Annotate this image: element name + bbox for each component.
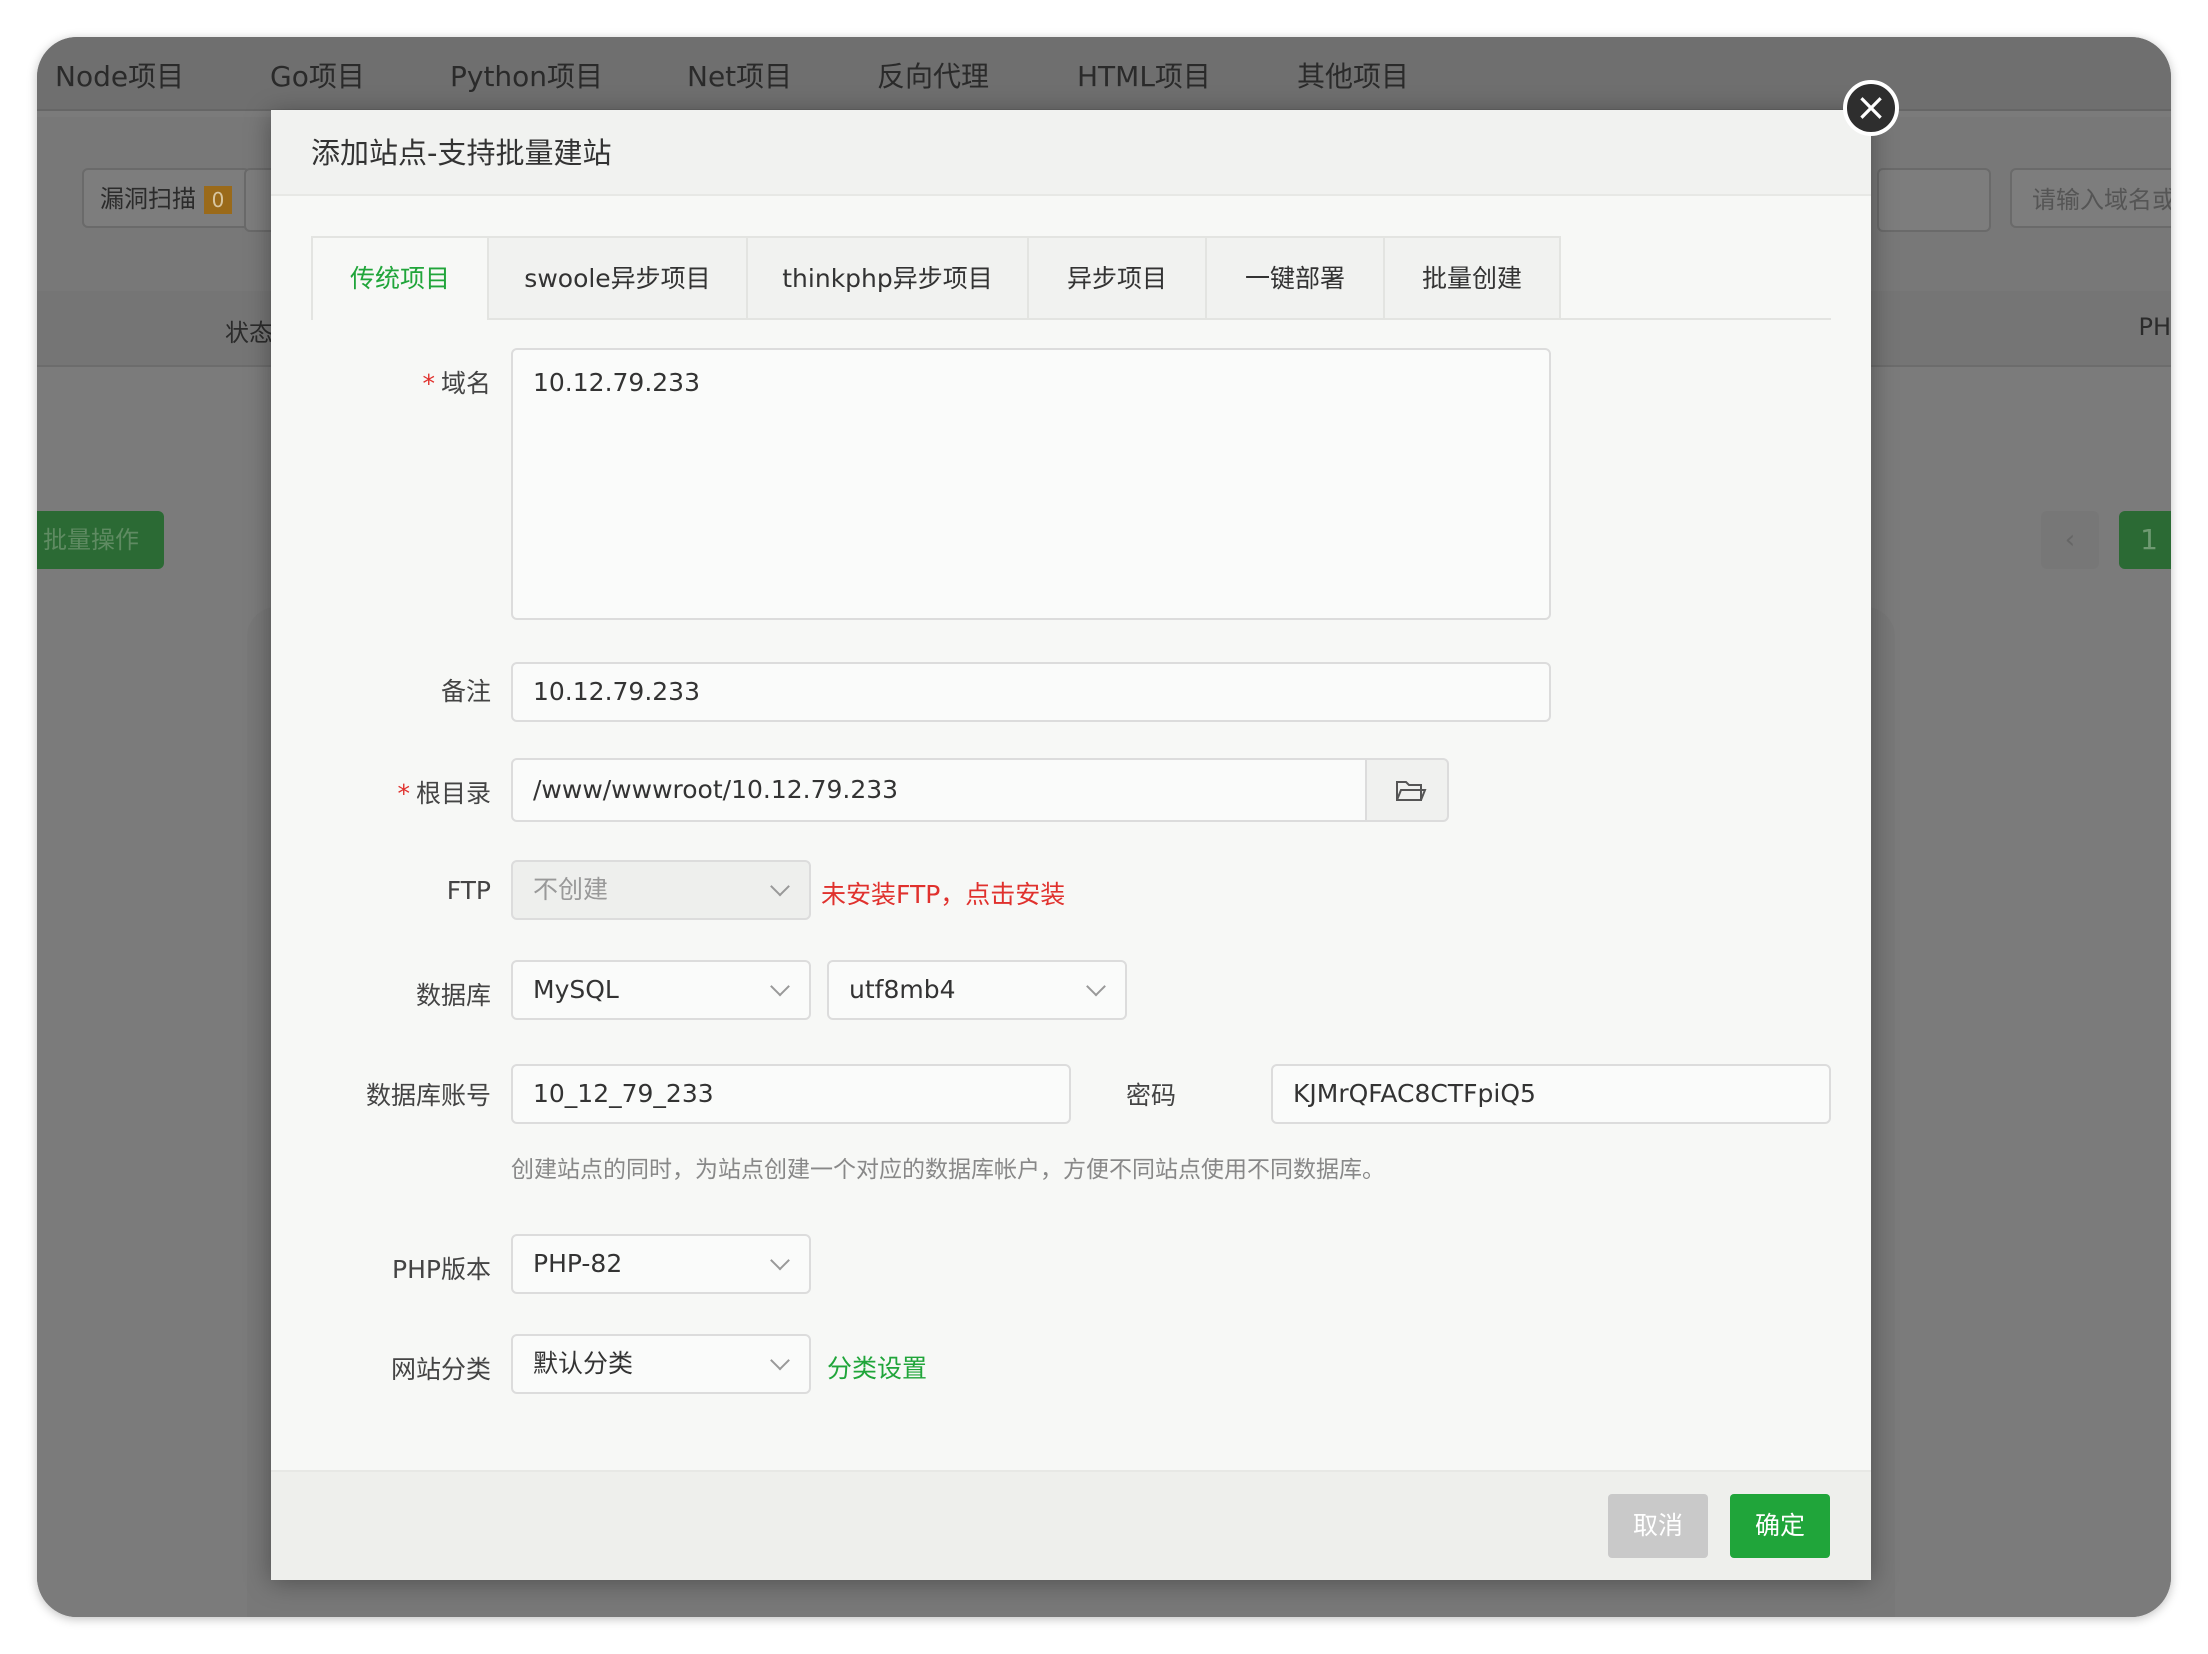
db-account-hint: 创建站点的同时，为站点创建一个对应的数据库帐户，方便不同站点使用不同数据库。 [511,1157,1385,1183]
domain-textarea[interactable]: 10.12.79.233 [511,348,1551,620]
db-account-input[interactable]: 10_12_79_233 [511,1064,1071,1124]
chevron-down-icon [770,1350,790,1371]
chevron-down-icon [1086,976,1106,997]
page-1-button[interactable]: 1 [2119,511,2171,569]
browse-folder-button[interactable] [1365,758,1449,822]
site-search-input[interactable]: 请输入域名或 [2010,168,2171,228]
root-dir-label: * 根目录 [397,779,491,808]
tab-swoole[interactable]: swoole异步项目 [487,236,748,318]
site-category-value: 默认分类 [533,1349,634,1378]
database-charset-value: utf8mb4 [849,975,956,1004]
nav-node[interactable]: Node项目 [55,55,184,95]
tab-batch-create[interactable]: 批量创建 [1383,236,1561,318]
nav-python[interactable]: Python项目 [450,55,603,95]
ftp-select-value: 不创建 [533,875,609,904]
database-type-select[interactable]: MySQL [511,960,811,1020]
status-column-header: 状态 [225,319,273,347]
confirm-button[interactable]: 确定 [1730,1494,1830,1558]
prev-page-button[interactable]: ‹ [2041,511,2099,569]
domain-label: * 域名 [422,369,491,398]
category-filter-select[interactable] [1877,168,1991,232]
chevron-down-icon [770,976,790,997]
add-site-dialog: 添加站点-支持批量建站 传统项目 swoole异步项目 thinkphp异步项目… [271,110,1871,1580]
dialog-title: 添加站点-支持批量建站 [271,110,1871,196]
domain-value: 10.12.79.233 [533,368,700,397]
nav-go[interactable]: Go项目 [270,55,365,95]
database-label: 数据库 [415,981,491,1010]
database-type-value: MySQL [533,975,619,1004]
ftp-select[interactable]: 不创建 [511,860,811,920]
php-version-select[interactable]: PHP-82 [511,1234,811,1294]
ftp-label: FTP [446,876,491,905]
nav-reverse-proxy[interactable]: 反向代理 [877,55,989,95]
folder-icon [1396,781,1427,801]
database-charset-select[interactable]: utf8mb4 [827,960,1127,1020]
php-column-header: PH [2138,313,2171,341]
chevron-down-icon [770,876,790,897]
vuln-scan-label: 漏洞扫描 [100,185,196,213]
db-password-input[interactable]: KJMrQFAC8CTFpiQ5 [1271,1064,1831,1124]
nav-other[interactable]: 其他项目 [1297,55,1409,95]
project-type-tabs: 传统项目 swoole异步项目 thinkphp异步项目 异步项目 一键部署 批… [311,236,1831,320]
tab-traditional[interactable]: 传统项目 [311,236,489,320]
close-icon[interactable]: × [1843,80,1899,136]
db-account-label: 数据库账号 [365,1081,491,1110]
cancel-button[interactable]: 取消 [1608,1494,1708,1558]
remark-label: 备注 [440,677,491,706]
category-settings-link[interactable]: 分类设置 [827,1349,927,1385]
tab-async[interactable]: 异步项目 [1027,236,1207,318]
install-ftp-link[interactable]: 未安装FTP，点击安装 [821,875,1065,911]
nav-net[interactable]: Net项目 [687,55,792,95]
nav-html[interactable]: HTML项目 [1077,55,1211,95]
password-label: 密码 [1125,1081,1176,1110]
php-version-value: PHP-82 [533,1249,623,1278]
tab-thinkphp[interactable]: thinkphp异步项目 [746,236,1029,318]
site-category-select[interactable]: 默认分类 [511,1334,811,1394]
vuln-scan-button[interactable]: 漏洞扫描 0 [82,168,250,228]
vuln-count-badge: 0 [204,186,232,214]
batch-operation-button[interactable]: 批量操作 [37,511,164,569]
remark-input[interactable]: 10.12.79.233 [511,662,1551,722]
php-version-label: PHP版本 [392,1255,491,1284]
chevron-down-icon [770,1250,790,1271]
root-dir-input[interactable]: /www/wwwroot/10.12.79.233 [511,758,1369,822]
site-category-label: 网站分类 [390,1355,491,1384]
tab-one-click-deploy[interactable]: 一键部署 [1205,236,1385,318]
